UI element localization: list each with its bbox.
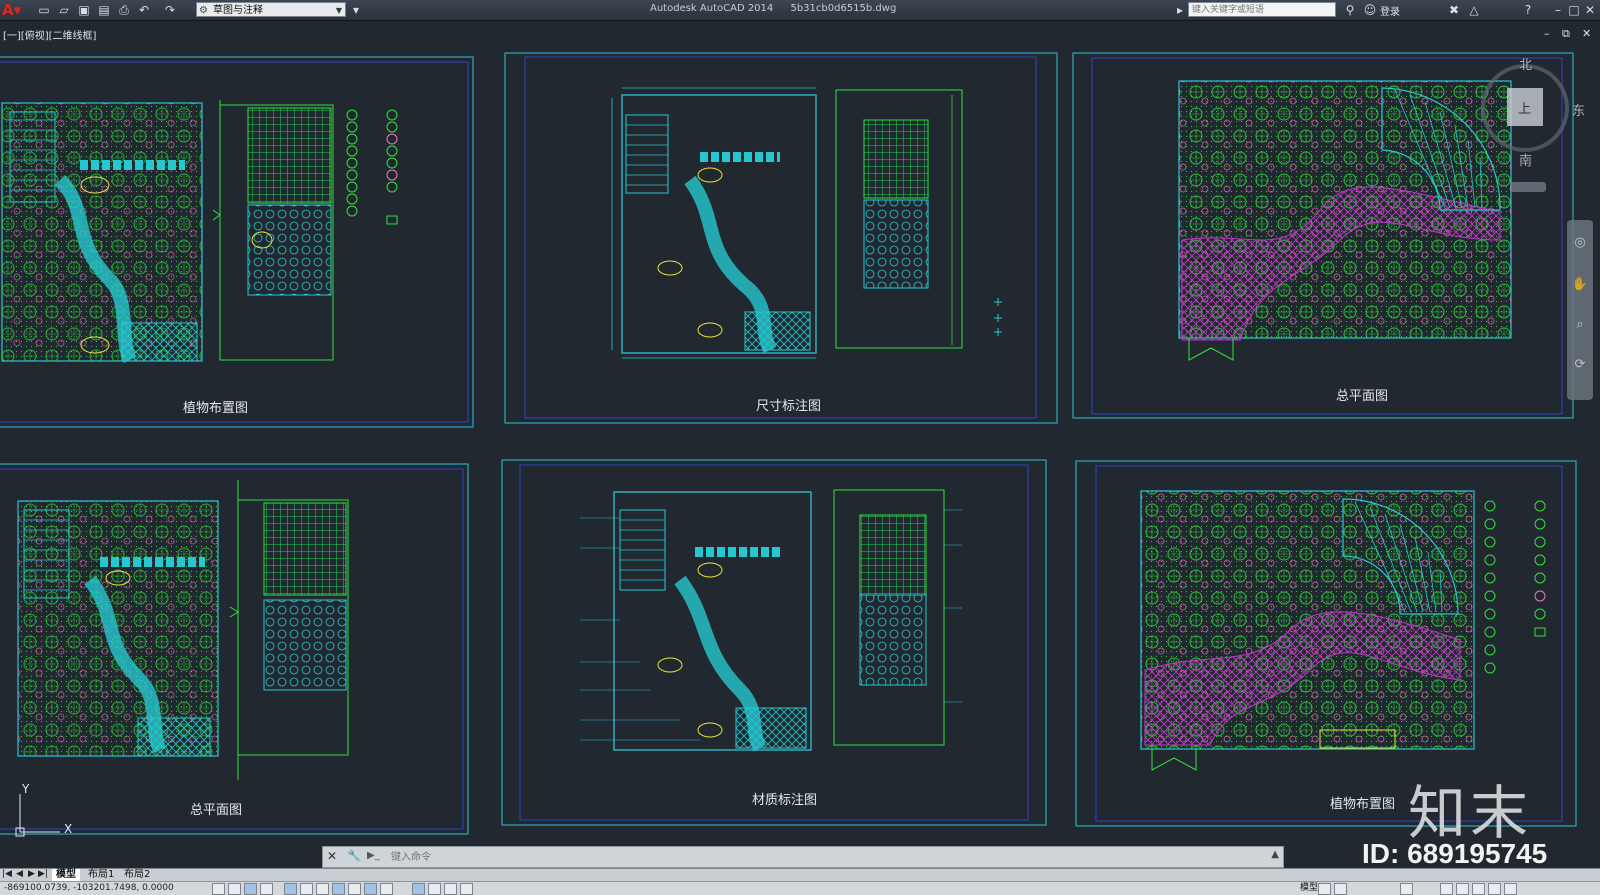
toolbar-lock-icon[interactable] bbox=[1456, 883, 1469, 895]
quick-properties-icon[interactable] bbox=[428, 883, 441, 895]
exchange-icon[interactable]: ✖ bbox=[1446, 2, 1462, 18]
hardware-acceleration-icon[interactable] bbox=[1472, 883, 1485, 895]
sheet-title: 材质标注图 bbox=[752, 793, 817, 808]
sheet-title: 总平面图 bbox=[190, 803, 242, 818]
next-tab-icon[interactable]: ▶ bbox=[28, 869, 35, 879]
ucs-y-label: Y bbox=[22, 782, 30, 796]
compass-east[interactable]: 东 bbox=[1572, 100, 1585, 119]
compass-north[interactable]: 北 bbox=[1519, 54, 1532, 73]
command-prompt-icon[interactable]: ▶_ bbox=[367, 850, 380, 861]
workspace-switching-icon[interactable] bbox=[1440, 883, 1453, 895]
prev-tab-icon[interactable]: ◀ bbox=[16, 869, 23, 879]
help-icon[interactable]: ? bbox=[1520, 2, 1536, 18]
sheet-title: 植物布置图 bbox=[1330, 797, 1395, 812]
drawing-canvas[interactable]: 植物布置图 尺寸标注图 总平面图 总平面图 材质标注图 植物布置图 bbox=[0, 40, 1600, 852]
close-drawing-icon[interactable]: ✕ bbox=[1582, 27, 1591, 40]
snap-mode-icon[interactable] bbox=[228, 883, 241, 895]
sheet-dimension-plan[interactable]: 尺寸标注图 bbox=[504, 52, 1058, 424]
sheet-title: 尺寸标注图 bbox=[756, 399, 821, 414]
navigation-bar: ◎ ✋ ⌕ ⟳ bbox=[1567, 220, 1593, 400]
model-space-button[interactable]: 模型 bbox=[1300, 882, 1318, 895]
undo-icon[interactable]: ↶ bbox=[136, 2, 152, 18]
close-window-icon[interactable]: ✕ bbox=[1582, 2, 1598, 18]
watermark-id: ID: 689195745 bbox=[1362, 838, 1548, 869]
sheet-title: 总平面图 bbox=[1336, 389, 1388, 404]
transparency-icon[interactable] bbox=[412, 883, 425, 895]
print-icon[interactable]: ⎙ bbox=[116, 2, 132, 18]
new-file-icon[interactable]: ▭ bbox=[36, 2, 52, 18]
object-snap-tracking-icon[interactable] bbox=[332, 883, 345, 895]
minimize-window-icon[interactable]: – bbox=[1550, 2, 1566, 18]
user-icon[interactable]: ☺ bbox=[1362, 2, 1378, 18]
first-tab-icon[interactable]: |◀ bbox=[2, 869, 12, 879]
app-title: Autodesk AutoCAD 2014 bbox=[650, 3, 774, 14]
layout-tabs: |◀ ◀ ▶ ▶| 模型 布局1 布局2 bbox=[0, 868, 1600, 881]
isolate-objects-icon[interactable] bbox=[1488, 883, 1501, 895]
polar-tracking-icon[interactable] bbox=[284, 883, 297, 895]
tab-layout1[interactable]: 布局1 bbox=[84, 869, 118, 881]
save-icon[interactable]: ▣ bbox=[76, 2, 92, 18]
title-bar: A▾ ▭ ▱ ▣ ▤ ⎙ ↶ ↷ ⚙ 草图与注释 ▼ ▾ Autodesk Au… bbox=[0, 0, 1600, 21]
workspace-select[interactable]: ⚙ 草图与注释 ▼ bbox=[196, 2, 346, 17]
tab-layout2[interactable]: 布局2 bbox=[120, 869, 154, 881]
tab-model[interactable]: 模型 bbox=[52, 869, 80, 881]
save-as-icon[interactable]: ▤ bbox=[96, 2, 112, 18]
wrench-icon[interactable]: 🔧 bbox=[347, 849, 361, 862]
login-button[interactable]: 登录 bbox=[1380, 3, 1400, 18]
pan-icon[interactable]: ✋ bbox=[1571, 276, 1589, 294]
open-file-icon[interactable]: ▱ bbox=[56, 2, 72, 18]
orbit-icon[interactable]: ⟳ bbox=[1571, 356, 1589, 374]
close-icon[interactable]: ✕ bbox=[327, 849, 337, 863]
viewcube-top-face[interactable]: 上 bbox=[1518, 98, 1531, 117]
quick-view-drawings-icon[interactable] bbox=[1334, 883, 1347, 895]
infer-constraints-icon[interactable] bbox=[212, 883, 225, 895]
restore-window-icon[interactable]: □ bbox=[1566, 2, 1582, 18]
ortho-mode-icon[interactable] bbox=[260, 883, 273, 895]
quick-view-layouts-icon[interactable] bbox=[1318, 883, 1331, 895]
dynamic-ucs-icon[interactable] bbox=[348, 883, 361, 895]
annotation-scale-icon[interactable] bbox=[1400, 883, 1413, 895]
ucs-x-label: X bbox=[64, 822, 73, 836]
chevron-down-icon: ▼ bbox=[335, 6, 342, 15]
sheet-material-plan[interactable]: 材质标注图 bbox=[501, 459, 1047, 826]
command-input[interactable] bbox=[389, 849, 1253, 866]
status-bar: -869100.0739, -103201.7498, 0.0000 模型 bbox=[0, 881, 1600, 895]
history-arrow-icon[interactable]: ▲ bbox=[1271, 849, 1279, 860]
autocad-logo-icon[interactable]: A▾ bbox=[2, 1, 24, 19]
sheet-title: 植物布置图 bbox=[183, 401, 248, 416]
compass-south[interactable]: 南 bbox=[1519, 150, 1532, 169]
command-line: ✕ 🔧 ▶_ ▲ bbox=[322, 846, 1284, 868]
coordinate-readout[interactable]: -869100.0739, -103201.7498, 0.0000 bbox=[4, 882, 174, 895]
search-arrow-icon[interactable]: ▸ bbox=[1172, 2, 1188, 18]
lineweight-icon[interactable] bbox=[380, 883, 393, 895]
restore-drawing-icon[interactable]: ⧉ bbox=[1562, 27, 1570, 41]
object-snap-icon[interactable] bbox=[300, 883, 313, 895]
search-input[interactable] bbox=[1188, 2, 1336, 17]
binoculars-icon[interactable]: ⚲ bbox=[1342, 2, 1358, 18]
last-tab-icon[interactable]: ▶| bbox=[38, 869, 48, 879]
minimize-drawing-icon[interactable]: – bbox=[1544, 27, 1550, 40]
annotation-monitor-icon[interactable] bbox=[460, 883, 473, 895]
grid-display-icon[interactable] bbox=[244, 883, 257, 895]
zoom-icon[interactable]: ⌕ bbox=[1571, 316, 1589, 334]
3d-object-snap-icon[interactable] bbox=[316, 883, 329, 895]
dynamic-input-icon[interactable] bbox=[364, 883, 377, 895]
redo-icon[interactable]: ↷ bbox=[162, 2, 178, 18]
sheet-master-plan-2[interactable]: 总平面图 bbox=[0, 463, 469, 835]
customize-toolbar-icon[interactable]: ▾ bbox=[348, 2, 364, 18]
ucs-icon: Y X bbox=[14, 782, 84, 846]
steering-wheel-icon[interactable]: ◎ bbox=[1571, 234, 1589, 252]
gear-icon: ⚙ bbox=[199, 5, 208, 16]
workspace-label: 草图与注释 bbox=[213, 5, 263, 16]
selection-cycling-icon[interactable] bbox=[444, 883, 457, 895]
window-title: Autodesk AutoCAD 2014 5b31cb0d6515b.dwg bbox=[650, 3, 910, 14]
clean-screen-icon[interactable] bbox=[1504, 883, 1517, 895]
viewcube[interactable]: 北 东 南 上 bbox=[1480, 58, 1590, 198]
sheet-plant-layout-1[interactable]: 植物布置图 bbox=[0, 56, 474, 428]
a360-icon[interactable]: △ bbox=[1466, 2, 1482, 18]
file-name: 5b31cb0d6515b.dwg bbox=[790, 3, 897, 14]
